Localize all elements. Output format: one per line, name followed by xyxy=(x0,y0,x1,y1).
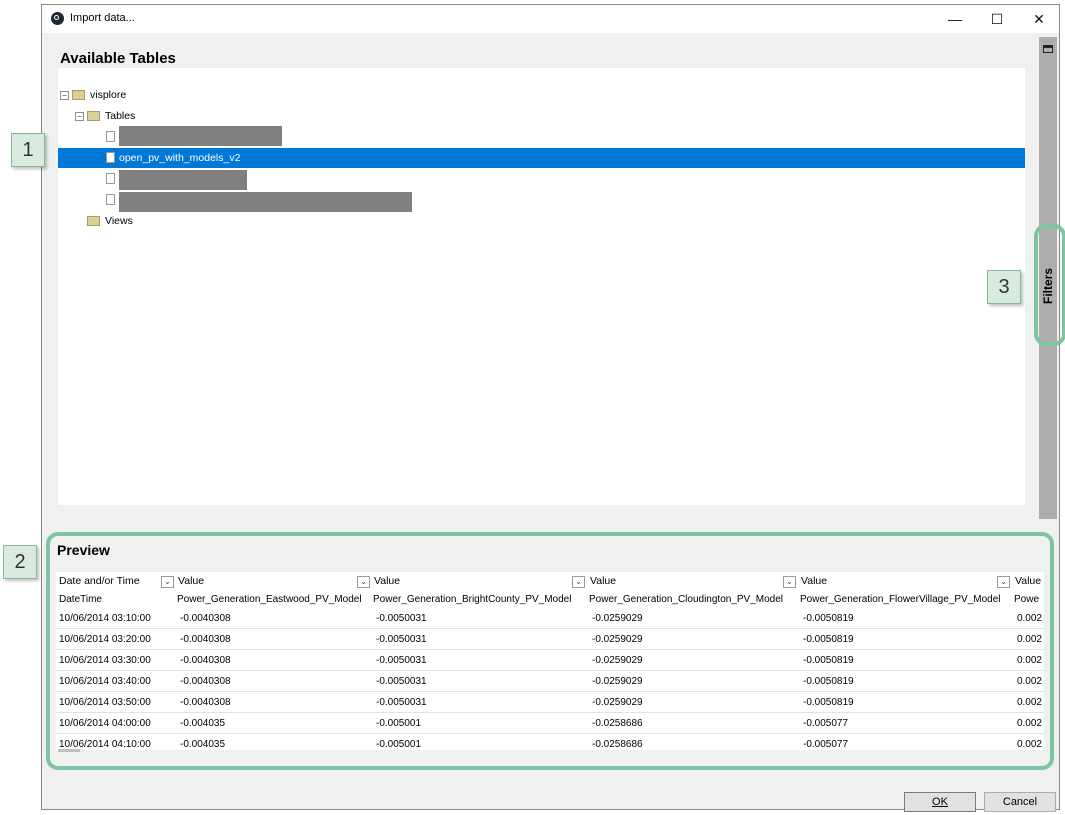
tree-node-label: visplore xyxy=(90,89,127,101)
tree-node-label: Tables xyxy=(105,110,136,122)
callout-number-3: 3 xyxy=(987,270,1021,304)
available-tables-heading: Available Tables xyxy=(60,50,176,67)
redacted-table-name xyxy=(119,192,412,212)
pin-icon[interactable] xyxy=(1043,45,1053,53)
tree-node-label: open_pv_with_models_v2 xyxy=(119,152,241,164)
close-button[interactable]: ✕ xyxy=(1019,5,1059,33)
tree-node-table[interactable] xyxy=(104,126,304,146)
tree-node-table[interactable] xyxy=(104,191,424,212)
ok-button-label: OK xyxy=(932,796,948,808)
preview-callout-ring xyxy=(46,532,1054,770)
cancel-button-label: Cancel xyxy=(1002,796,1038,808)
file-icon xyxy=(106,194,115,205)
callout-number-2: 2 xyxy=(3,545,37,579)
collapse-icon[interactable]: − xyxy=(60,91,69,100)
tree-node-label: Views xyxy=(105,215,133,227)
tree-node-views[interactable]: Views xyxy=(87,212,287,230)
window-title: Import data... xyxy=(70,12,135,24)
tree-node-table-selected[interactable]: open_pv_with_models_v2 xyxy=(104,149,404,167)
file-icon xyxy=(106,152,115,163)
tree-node-visplore[interactable]: − visplore xyxy=(60,86,260,104)
folder-icon xyxy=(87,111,100,121)
tree-node-tables[interactable]: − Tables xyxy=(75,107,275,125)
folder-icon xyxy=(87,216,100,226)
redacted-table-name xyxy=(119,170,247,190)
callout-number-1: 1 xyxy=(11,133,45,167)
folder-icon xyxy=(72,90,85,100)
title-bar: Import data... — ☐ ✕ xyxy=(42,5,1059,33)
collapse-icon[interactable]: − xyxy=(75,112,84,121)
file-icon xyxy=(106,173,115,184)
minimize-button[interactable]: — xyxy=(935,5,975,33)
file-icon xyxy=(106,131,115,142)
redacted-table-name xyxy=(119,126,282,146)
maximize-button[interactable]: ☐ xyxy=(977,5,1017,33)
ok-button[interactable]: OK xyxy=(904,792,976,812)
app-logo-icon xyxy=(51,12,64,25)
cancel-button[interactable]: Cancel xyxy=(984,792,1056,812)
filters-callout-ring xyxy=(1034,224,1065,346)
tree-node-table[interactable] xyxy=(104,170,304,190)
